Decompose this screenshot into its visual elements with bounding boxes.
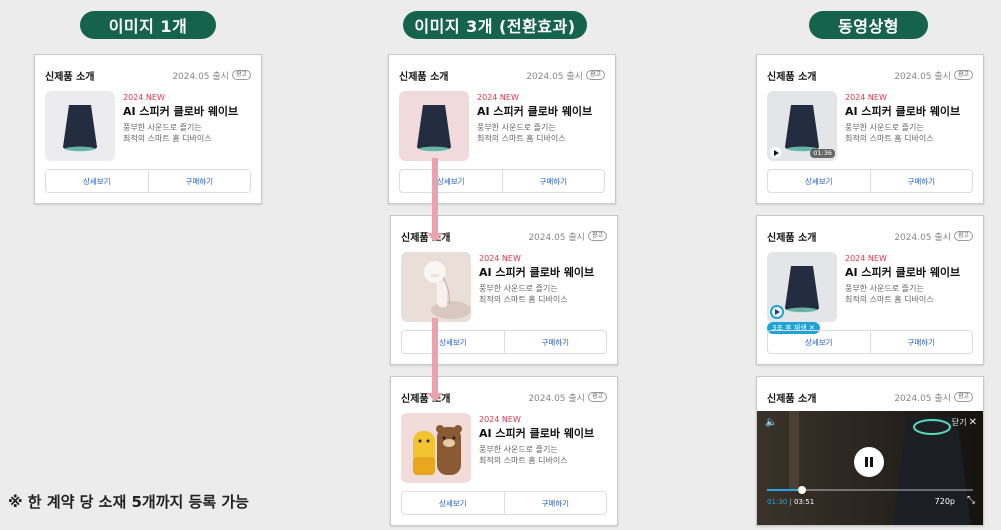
- product-description: 풍부한 사운드로 즐기는 최적의 스마트 홈 디바이스: [845, 284, 934, 304]
- ad-badge: 광고: [231, 70, 251, 80]
- ad-card-video-thumb: 신제품 소개 2024.05 출시 광고 01:36 2024 NEW AI 스피…: [756, 54, 984, 204]
- pause-button[interactable]: [854, 447, 884, 477]
- new-label: 2024 NEW: [845, 254, 887, 263]
- product-description: 풍부한 사운드로 즐기는 최적의 스마트 홈 디바이스: [123, 123, 212, 143]
- ad-badge: 광고: [587, 231, 607, 241]
- detail-button[interactable]: 상세보기: [402, 492, 504, 514]
- card-title: 신제품 소개: [767, 393, 817, 405]
- release-date: 2024.05 출시: [528, 232, 585, 243]
- product-name[interactable]: AI 스피커 클로바 웨이브: [845, 104, 975, 120]
- product-description: 풍부한 사운드로 즐기는 최적의 스마트 홈 디바이스: [845, 123, 934, 143]
- buy-button[interactable]: 구매하기: [147, 170, 251, 192]
- buy-button[interactable]: 구매하기: [501, 170, 605, 192]
- video-thumbnail[interactable]: [767, 252, 837, 322]
- total-time: 03:51: [794, 498, 815, 506]
- card-title: 신제품 소개: [767, 232, 817, 244]
- release-date: 2024.05 출시: [894, 71, 951, 82]
- product-name[interactable]: AI 스피커 클로바 웨이브: [123, 104, 253, 120]
- progress-track[interactable]: [767, 486, 973, 494]
- close-label: 닫기: [951, 418, 967, 427]
- product-image-speaker[interactable]: [45, 91, 115, 161]
- new-label: 2024 NEW: [479, 254, 521, 263]
- product-description: 풍부한 사운드로 즐기는 최적의 스마트 홈 디바이스: [477, 123, 566, 143]
- buy-button[interactable]: 구매하기: [869, 170, 973, 192]
- detail-button[interactable]: 상세보기: [46, 170, 148, 192]
- new-label: 2024 NEW: [479, 415, 521, 424]
- product-name[interactable]: AI 스피커 클로바 웨이브: [845, 265, 975, 281]
- release-date: 2024.05 출시: [172, 71, 229, 82]
- detail-button[interactable]: 상세보기: [400, 170, 502, 192]
- detail-button[interactable]: 상세보기: [402, 331, 504, 353]
- transition-arrow-2: [427, 318, 443, 402]
- product-description: 풍부한 사운드로 즐기는 최적의 스마트 홈 디바이스: [479, 284, 568, 304]
- product-image-characters[interactable]: [401, 413, 471, 483]
- card-title: 신제품 소개: [401, 232, 451, 244]
- product-image-lamp[interactable]: [401, 252, 471, 322]
- progress-knob[interactable]: [798, 486, 807, 494]
- product-image-speaker[interactable]: [399, 91, 469, 161]
- section-label-video: 동영상형: [809, 11, 928, 39]
- video-player[interactable]: 🔈 닫기 ✕ 01:30 | 03:51 720p ⤡: [757, 411, 983, 525]
- ad-badge: 광고: [953, 231, 973, 241]
- release-date: 2024.05 출시: [894, 232, 951, 243]
- ad-badge: 광고: [953, 392, 973, 402]
- new-label: 2024 NEW: [477, 93, 519, 102]
- new-label: 2024 NEW: [123, 93, 165, 102]
- new-label: 2024 NEW: [845, 93, 887, 102]
- card-title: 신제품 소개: [399, 71, 449, 83]
- transition-arrow-1: [427, 158, 443, 242]
- buy-button[interactable]: 구매하기: [869, 331, 973, 353]
- release-date: 2024.05 출시: [894, 393, 951, 404]
- ad-card-video-player: 신제품 소개 2024.05 출시 광고 🔈 닫기 ✕ 01:30 | 03:5…: [756, 376, 984, 526]
- registration-note: ※ 한 계약 당 소재 5개까지 등록 가능: [8, 493, 249, 511]
- close-icon[interactable]: ✕: [969, 417, 977, 428]
- current-time: 01:30: [767, 498, 788, 506]
- card-title: 신제품 소개: [767, 71, 817, 83]
- ad-card-triple-1: 신제품 소개 2024.05 출시 광고 2024 NEW AI 스피커 클로바 …: [388, 54, 616, 204]
- close-video[interactable]: 닫기 ✕: [952, 417, 977, 428]
- buy-button[interactable]: 구매하기: [503, 331, 607, 353]
- release-date: 2024.05 출시: [526, 71, 583, 82]
- loading-play-icon[interactable]: [770, 305, 784, 319]
- progress-fill: [767, 489, 803, 491]
- release-date: 2024.05 출시: [528, 393, 585, 404]
- card-title: 신제품 소개: [45, 71, 95, 83]
- video-duration-badge: 01:36: [810, 149, 835, 158]
- product-name[interactable]: AI 스피커 클로바 웨이브: [477, 104, 607, 120]
- fullscreen-icon[interactable]: ⤡: [967, 495, 975, 506]
- ad-badge: 광고: [587, 392, 607, 402]
- section-label-single: 이미지 1개: [80, 11, 216, 39]
- card-title: 신제품 소개: [401, 393, 451, 405]
- product-description: 풍부한 사운드로 즐기는 최적의 스마트 홈 디바이스: [479, 445, 568, 465]
- detail-button[interactable]: 상세보기: [768, 331, 870, 353]
- product-name[interactable]: AI 스피커 클로바 웨이브: [479, 265, 609, 281]
- buy-button[interactable]: 구매하기: [503, 492, 607, 514]
- product-name[interactable]: AI 스피커 클로바 웨이브: [479, 426, 609, 442]
- detail-button[interactable]: 상세보기: [768, 170, 870, 192]
- video-thumbnail[interactable]: 01:36: [767, 91, 837, 161]
- ad-badge: 광고: [585, 70, 605, 80]
- pause-icon: [865, 457, 873, 467]
- ad-badge: 광고: [953, 70, 973, 80]
- ad-card-single: 신제품 소개 2024.05 출시 광고 2024 NEW AI 스피커 클로바 …: [34, 54, 262, 204]
- ad-card-triple-2: 신제품 소개 2024.05 출시 광고 2024 NEW AI 스피커 클로바 …: [390, 215, 618, 365]
- quality-label[interactable]: 720p: [935, 497, 955, 506]
- mute-icon[interactable]: 🔈: [765, 417, 777, 428]
- ad-card-video-autoplay: 신제품 소개 2024.05 출시 광고 3초 후 재생 ✕ 2024 NEW A…: [756, 215, 984, 365]
- ad-card-triple-3: 신제품 소개 2024.05 출시 광고 2024 NEW AI 스피커 클로바 …: [390, 376, 618, 526]
- section-label-triple: 이미지 3개 (전환효과): [403, 11, 587, 39]
- play-icon[interactable]: [770, 147, 781, 158]
